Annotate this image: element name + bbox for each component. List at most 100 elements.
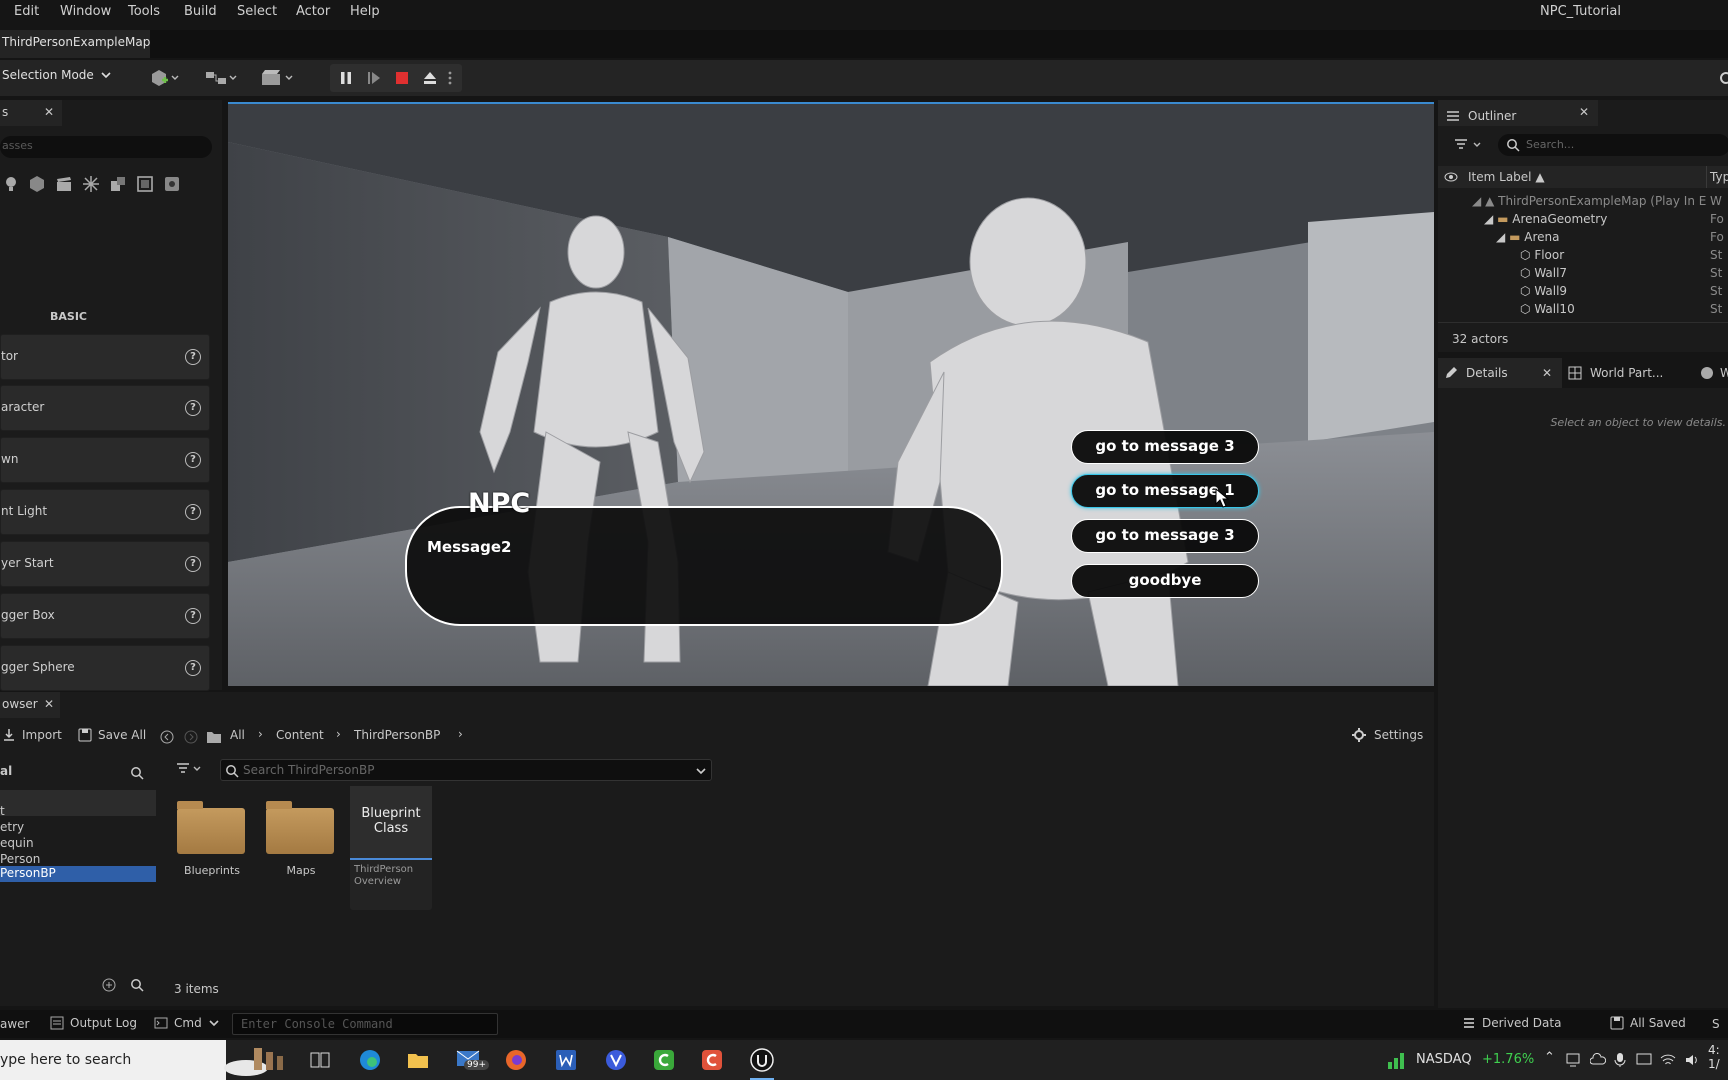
file-explorer-icon[interactable] bbox=[406, 1048, 430, 1072]
tree-row-static-mesh[interactable]: ⬡ Wall7 bbox=[1520, 266, 1567, 280]
add-collection-icon[interactable] bbox=[102, 978, 116, 992]
stock-chart-icon[interactable] bbox=[1386, 1050, 1408, 1070]
source-folder[interactable]: t bbox=[0, 804, 5, 818]
folder-browse-icon[interactable] bbox=[206, 730, 222, 744]
cube-icon[interactable] bbox=[28, 175, 46, 193]
camtasia-recorder-icon[interactable] bbox=[700, 1048, 724, 1072]
blueprint-icon[interactable] bbox=[204, 68, 240, 88]
output-log-button[interactable]: Output Log bbox=[50, 1016, 137, 1030]
menu-build[interactable]: Build bbox=[184, 4, 217, 19]
settings-gear-icon[interactable] bbox=[1716, 70, 1728, 86]
expand-arrow-icon[interactable]: ◢ bbox=[1472, 194, 1481, 208]
lightbulb-icon[interactable] bbox=[2, 175, 20, 193]
volume-box-icon[interactable] bbox=[136, 175, 154, 193]
cloud-icon[interactable] bbox=[1590, 1053, 1606, 1067]
monitor-icon[interactable] bbox=[1566, 1053, 1580, 1067]
world-settings-tab[interactable]: W bbox=[1700, 366, 1728, 380]
search-icon[interactable] bbox=[130, 766, 144, 780]
help-icon[interactable]: ? bbox=[185, 400, 201, 416]
chevron-up-icon[interactable]: ⌃ bbox=[1544, 1050, 1555, 1065]
task-view-icon[interactable] bbox=[308, 1048, 332, 1072]
world-partition-tab[interactable]: World Part... bbox=[1568, 366, 1663, 380]
help-icon[interactable]: ? bbox=[185, 608, 201, 624]
all-classes-icon[interactable] bbox=[163, 175, 181, 193]
all-saved-button[interactable]: All Saved bbox=[1610, 1016, 1686, 1030]
edge-browser-icon[interactable] bbox=[358, 1048, 382, 1072]
close-icon[interactable]: ✕ bbox=[1542, 366, 1552, 380]
actor-item-pawn[interactable]: wn ? bbox=[0, 437, 210, 483]
column-divider[interactable] bbox=[1706, 166, 1707, 188]
unreal-engine-icon[interactable] bbox=[750, 1048, 774, 1072]
breadcrumb-thirdpersonbp[interactable]: ThirdPersonBP bbox=[354, 728, 440, 742]
breadcrumb-all[interactable]: All bbox=[230, 728, 245, 742]
search-icon[interactable] bbox=[130, 978, 144, 992]
more-options-icon[interactable] bbox=[446, 70, 454, 86]
choice-button-goodbye[interactable]: goodbye bbox=[1071, 564, 1259, 598]
stop-icon[interactable] bbox=[394, 70, 410, 86]
settings-button[interactable]: Settings bbox=[1352, 728, 1423, 742]
asset-search-input[interactable]: Search ThirdPersonBP bbox=[220, 759, 712, 781]
source-folder-selected[interactable]: PersonBP bbox=[0, 866, 156, 882]
close-icon[interactable]: ✕ bbox=[44, 105, 54, 119]
firefox-icon[interactable] bbox=[504, 1048, 528, 1072]
volume-icon[interactable] bbox=[1684, 1052, 1700, 1068]
tree-row-folder[interactable]: ◢ ▬ ArenaGeometry bbox=[1484, 212, 1607, 226]
forward-arrow-icon[interactable] bbox=[184, 730, 198, 744]
close-icon[interactable]: ✕ bbox=[44, 697, 54, 711]
shapes-icon[interactable] bbox=[109, 175, 127, 193]
cmd-dropdown[interactable]: Cmd bbox=[154, 1016, 220, 1030]
folder-tile[interactable]: Blueprints bbox=[177, 800, 247, 877]
taskbar-search-box[interactable]: ype here to search bbox=[0, 1040, 226, 1080]
cinematics-icon[interactable] bbox=[260, 68, 296, 88]
step-frame-icon[interactable] bbox=[366, 70, 382, 86]
actor-item-trigger-box[interactable]: gger Box ? bbox=[0, 593, 210, 639]
source-folder[interactable]: equin bbox=[0, 836, 34, 850]
pause-icon[interactable] bbox=[338, 70, 354, 86]
blueprint-asset-tile[interactable]: Blueprint Class ThirdPerson Overview bbox=[350, 786, 432, 910]
tree-row-static-mesh[interactable]: ⬡ Floor bbox=[1520, 248, 1564, 262]
film-clapper-icon[interactable] bbox=[55, 175, 73, 193]
menu-select[interactable]: Select bbox=[237, 4, 277, 19]
folder-tile[interactable]: Maps bbox=[266, 800, 336, 877]
outliner-tab[interactable]: Outliner bbox=[1438, 100, 1598, 126]
actor-item-trigger-sphere[interactable]: gger Sphere ? bbox=[0, 645, 210, 691]
help-icon[interactable]: ? bbox=[185, 452, 201, 468]
expand-arrow-icon[interactable]: ◢ bbox=[1484, 212, 1493, 226]
clock[interactable]: 4: 1/ bbox=[1708, 1043, 1728, 1077]
column-item-label[interactable]: Item Label ▲ bbox=[1468, 170, 1545, 184]
selection-mode-dropdown[interactable]: Selection Mode bbox=[2, 68, 112, 82]
import-button[interactable]: Import bbox=[2, 728, 62, 742]
tree-row-world[interactable]: ◢ ▲ ThirdPersonExampleMap (Play In E bbox=[1472, 194, 1706, 208]
camtasia-green-icon[interactable] bbox=[652, 1048, 676, 1072]
choice-button[interactable]: go to message 3 bbox=[1071, 519, 1259, 553]
eject-icon[interactable] bbox=[422, 70, 438, 86]
vpn-app-icon[interactable] bbox=[604, 1048, 628, 1072]
menu-actor[interactable]: Actor bbox=[296, 4, 330, 19]
outliner-search-input[interactable]: Search... bbox=[1498, 134, 1728, 156]
stock-ticker[interactable]: NASDAQ bbox=[1416, 1052, 1472, 1067]
word-icon[interactable] bbox=[554, 1048, 578, 1072]
actor-item-actor[interactable]: tor ? bbox=[0, 334, 210, 380]
help-icon[interactable]: ? bbox=[185, 504, 201, 520]
wifi-icon[interactable] bbox=[1660, 1052, 1676, 1068]
display-icon[interactable] bbox=[1636, 1052, 1652, 1068]
tree-row-static-mesh[interactable]: ⬡ Wall9 bbox=[1520, 284, 1567, 298]
close-icon[interactable]: ✕ bbox=[1579, 105, 1589, 119]
content-drawer-button[interactable]: awer bbox=[0, 1017, 29, 1031]
filter-icon[interactable] bbox=[176, 762, 206, 776]
class-search-input[interactable]: asses bbox=[0, 136, 212, 158]
derived-data-button[interactable]: Derived Data bbox=[1462, 1016, 1561, 1030]
choice-button[interactable]: go to message 3 bbox=[1071, 430, 1259, 464]
actor-item-character[interactable]: aracter ? bbox=[0, 385, 210, 431]
choice-button[interactable]: go to message 1 bbox=[1071, 474, 1259, 508]
menu-edit[interactable]: Edit bbox=[14, 4, 39, 19]
source-control-button[interactable]: S bbox=[1712, 1017, 1726, 1031]
add-actor-icon[interactable] bbox=[150, 68, 182, 88]
microphone-icon[interactable] bbox=[1614, 1052, 1626, 1068]
level-viewport[interactable]: Message2 NPC go to message 3 go to messa… bbox=[228, 102, 1434, 686]
mail-app[interactable]: 99+ bbox=[456, 1048, 490, 1074]
actor-item-player-start[interactable]: yer Start ? bbox=[0, 541, 210, 587]
tree-row-static-mesh[interactable]: ⬡ Wall10 bbox=[1520, 302, 1575, 316]
tab-map[interactable]: ThirdPersonExampleMap bbox=[0, 30, 150, 58]
breadcrumb-content[interactable]: Content bbox=[276, 728, 324, 742]
